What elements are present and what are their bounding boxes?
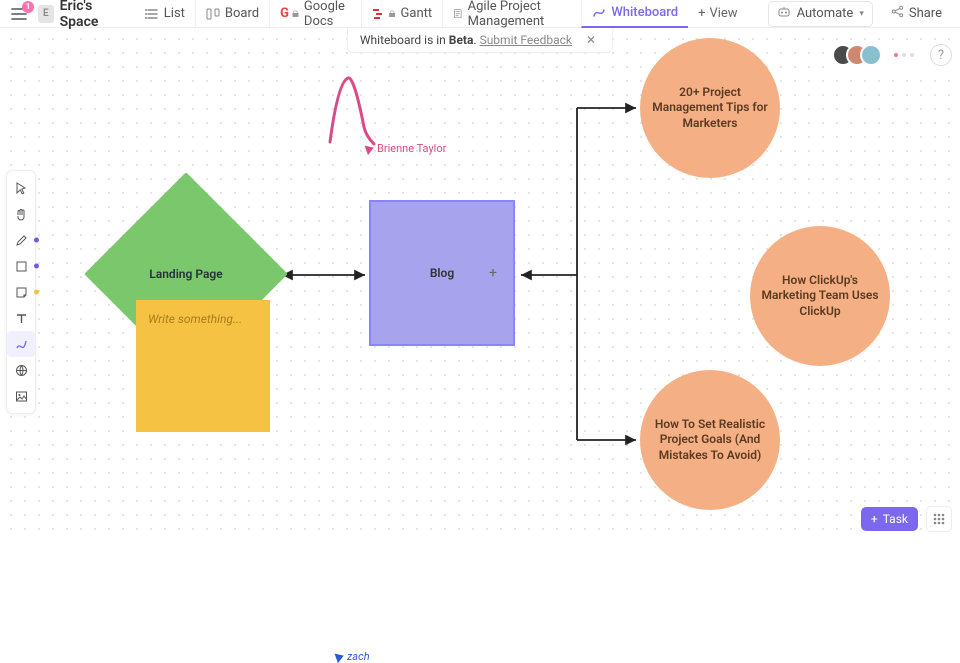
board-icon [206,7,220,21]
view-label: Whiteboard [611,5,678,20]
views-tabs: List Board G 🔒︎ Google Docs 🔒︎ Gantt Agi… [135,0,748,28]
circle-label: How To Set Realistic Project Goals (And … [650,417,770,464]
cursor-icon [365,142,376,154]
shape-circle-tips[interactable]: 20+ Project Management Tips for Marketer… [640,38,780,178]
plus-icon[interactable]: + [489,265,497,281]
whiteboard-canvas[interactable]: Landing Page Blog + 20+ Project Manageme… [0,28,960,540]
image-tool[interactable] [7,383,35,409]
shape-circle-goals[interactable]: How To Set Realistic Project Goals (And … [640,370,780,510]
view-whiteboard[interactable]: Whiteboard [581,0,688,28]
bottom-actions: + Task [861,506,952,532]
view-label: List [164,6,185,21]
chevron-down-icon: ▾ [859,9,864,19]
sticky-note[interactable]: Write something... zach [136,300,270,432]
view-board[interactable]: Board [195,0,269,28]
embed-tool[interactable] [7,357,35,383]
list-icon [145,7,159,21]
gantt-icon [372,7,386,21]
text-tool[interactable] [7,305,35,331]
submit-feedback-link[interactable]: Submit Feedback [480,33,572,47]
beta-bold: Beta [449,33,474,47]
shape-square-blog[interactable]: Blog + [369,200,515,346]
view-list[interactable]: List [135,0,195,28]
add-view-button[interactable]: + View [688,6,748,21]
automate-button[interactable]: Automate ▾ [768,1,873,27]
view-google-docs[interactable]: G 🔒︎ Google Docs [269,0,361,28]
cursor-icon [335,650,346,662]
view-label: Google Docs [304,0,351,29]
menu-button[interactable]: 1 [10,5,28,23]
beta-text: Whiteboard is in Beta. Submit Feedback [360,33,572,47]
task-label: Task [883,512,908,526]
help-button[interactable]: ? [930,44,952,66]
lock-icon: 🔒︎ [389,6,396,21]
robot-icon [777,5,791,23]
view-label: Agile Project Management [468,0,572,29]
space-selector[interactable]: E Eric's Space [38,0,125,30]
square-label: Blog [430,266,454,280]
apps-button[interactable] [926,506,952,532]
add-view-label: View [709,6,737,21]
share-icon [891,5,904,22]
whiteboard-toolbar [6,170,36,414]
top-bar: 1 E Eric's Space List Board G 🔒︎ Google … [0,0,960,28]
view-label: Board [225,6,259,21]
grid-icon [932,512,946,526]
collaborator-bar: ? [826,40,958,70]
freehand-scribble [320,72,400,152]
view-label: Gantt [401,6,433,21]
diamond-label: Landing Page [149,267,222,281]
space-avatar: E [38,5,54,23]
connector-tool[interactable] [7,331,35,357]
doc-icon [453,7,462,21]
sticky-tool[interactable] [7,279,35,305]
user-cursor-zach: zach [336,650,370,663]
cursor-name: zach [347,650,370,663]
circle-label: 20+ Project Management Tips for Marketer… [650,85,770,132]
user-cursor-brienne: Brienne Taylor [366,142,446,155]
question-icon: ? [938,48,944,63]
beta-banner: Whiteboard is in Beta. Submit Feedback ✕ [347,28,613,53]
lock-icon: 🔒︎ [292,6,299,21]
hand-tool[interactable] [7,201,35,227]
notification-badge: 1 [22,1,34,13]
beta-prefix: Whiteboard is in [360,33,449,47]
whiteboard-icon [592,6,606,20]
avatar-stack[interactable] [832,44,882,66]
view-gantt[interactable]: 🔒︎ Gantt [361,0,443,28]
new-task-button[interactable]: + Task [861,507,918,531]
close-icon[interactable]: ✕ [582,33,600,47]
share-button[interactable]: Share [883,5,950,22]
view-agile[interactable]: Agile Project Management [442,0,581,28]
space-name: Eric's Space [60,0,125,30]
sticky-placeholder: Write something... [148,312,242,326]
shape-tool[interactable] [7,253,35,279]
plus-icon: + [698,6,705,21]
automate-label: Automate [797,6,854,21]
shape-circle-marketing[interactable]: How ClickUp's Marketing Team Uses ClickU… [750,226,890,366]
select-tool[interactable] [7,175,35,201]
pen-tool[interactable] [7,227,35,253]
plus-icon: + [871,512,878,526]
avatar[interactable] [860,44,882,66]
circle-label: How ClickUp's Marketing Team Uses ClickU… [760,273,880,320]
collab-pagination [894,53,914,57]
cursor-name: Brienne Taylor [377,142,446,155]
share-label: Share [909,6,942,21]
gdocs-icon: G [280,7,289,21]
